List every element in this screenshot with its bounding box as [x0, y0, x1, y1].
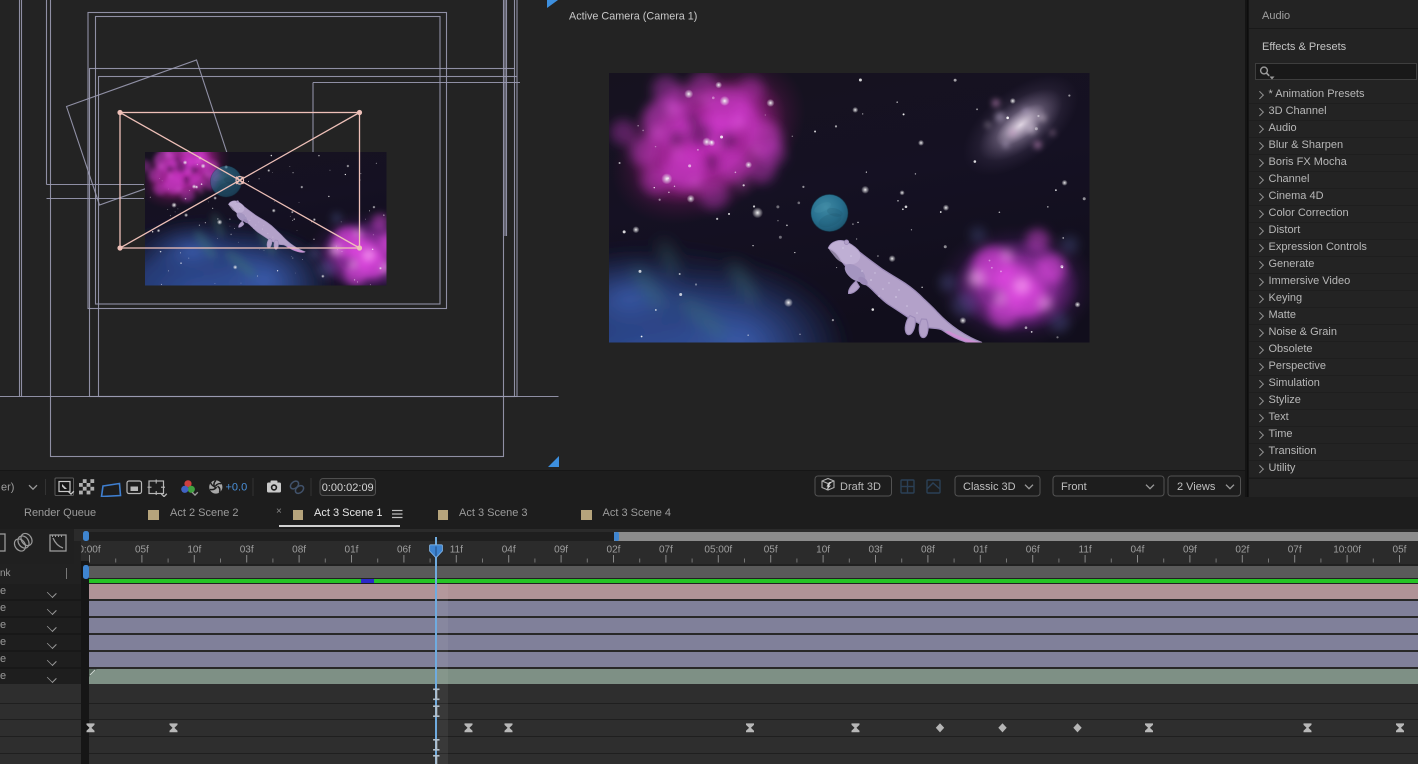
svg-text:+0.0: +0.0	[226, 482, 248, 494]
svg-text:Front: Front	[1061, 481, 1087, 493]
svg-text:Active Camera (Camera 1): Active Camera (Camera 1)	[569, 10, 697, 22]
svg-text:2 Views: 2 Views	[1177, 481, 1216, 493]
svg-text:Classic 3D: Classic 3D	[963, 481, 1016, 493]
svg-text:er): er)	[1, 482, 14, 494]
svg-text:Draft 3D: Draft 3D	[840, 481, 881, 493]
svg-text:0:00:02:09: 0:00:02:09	[322, 482, 374, 494]
